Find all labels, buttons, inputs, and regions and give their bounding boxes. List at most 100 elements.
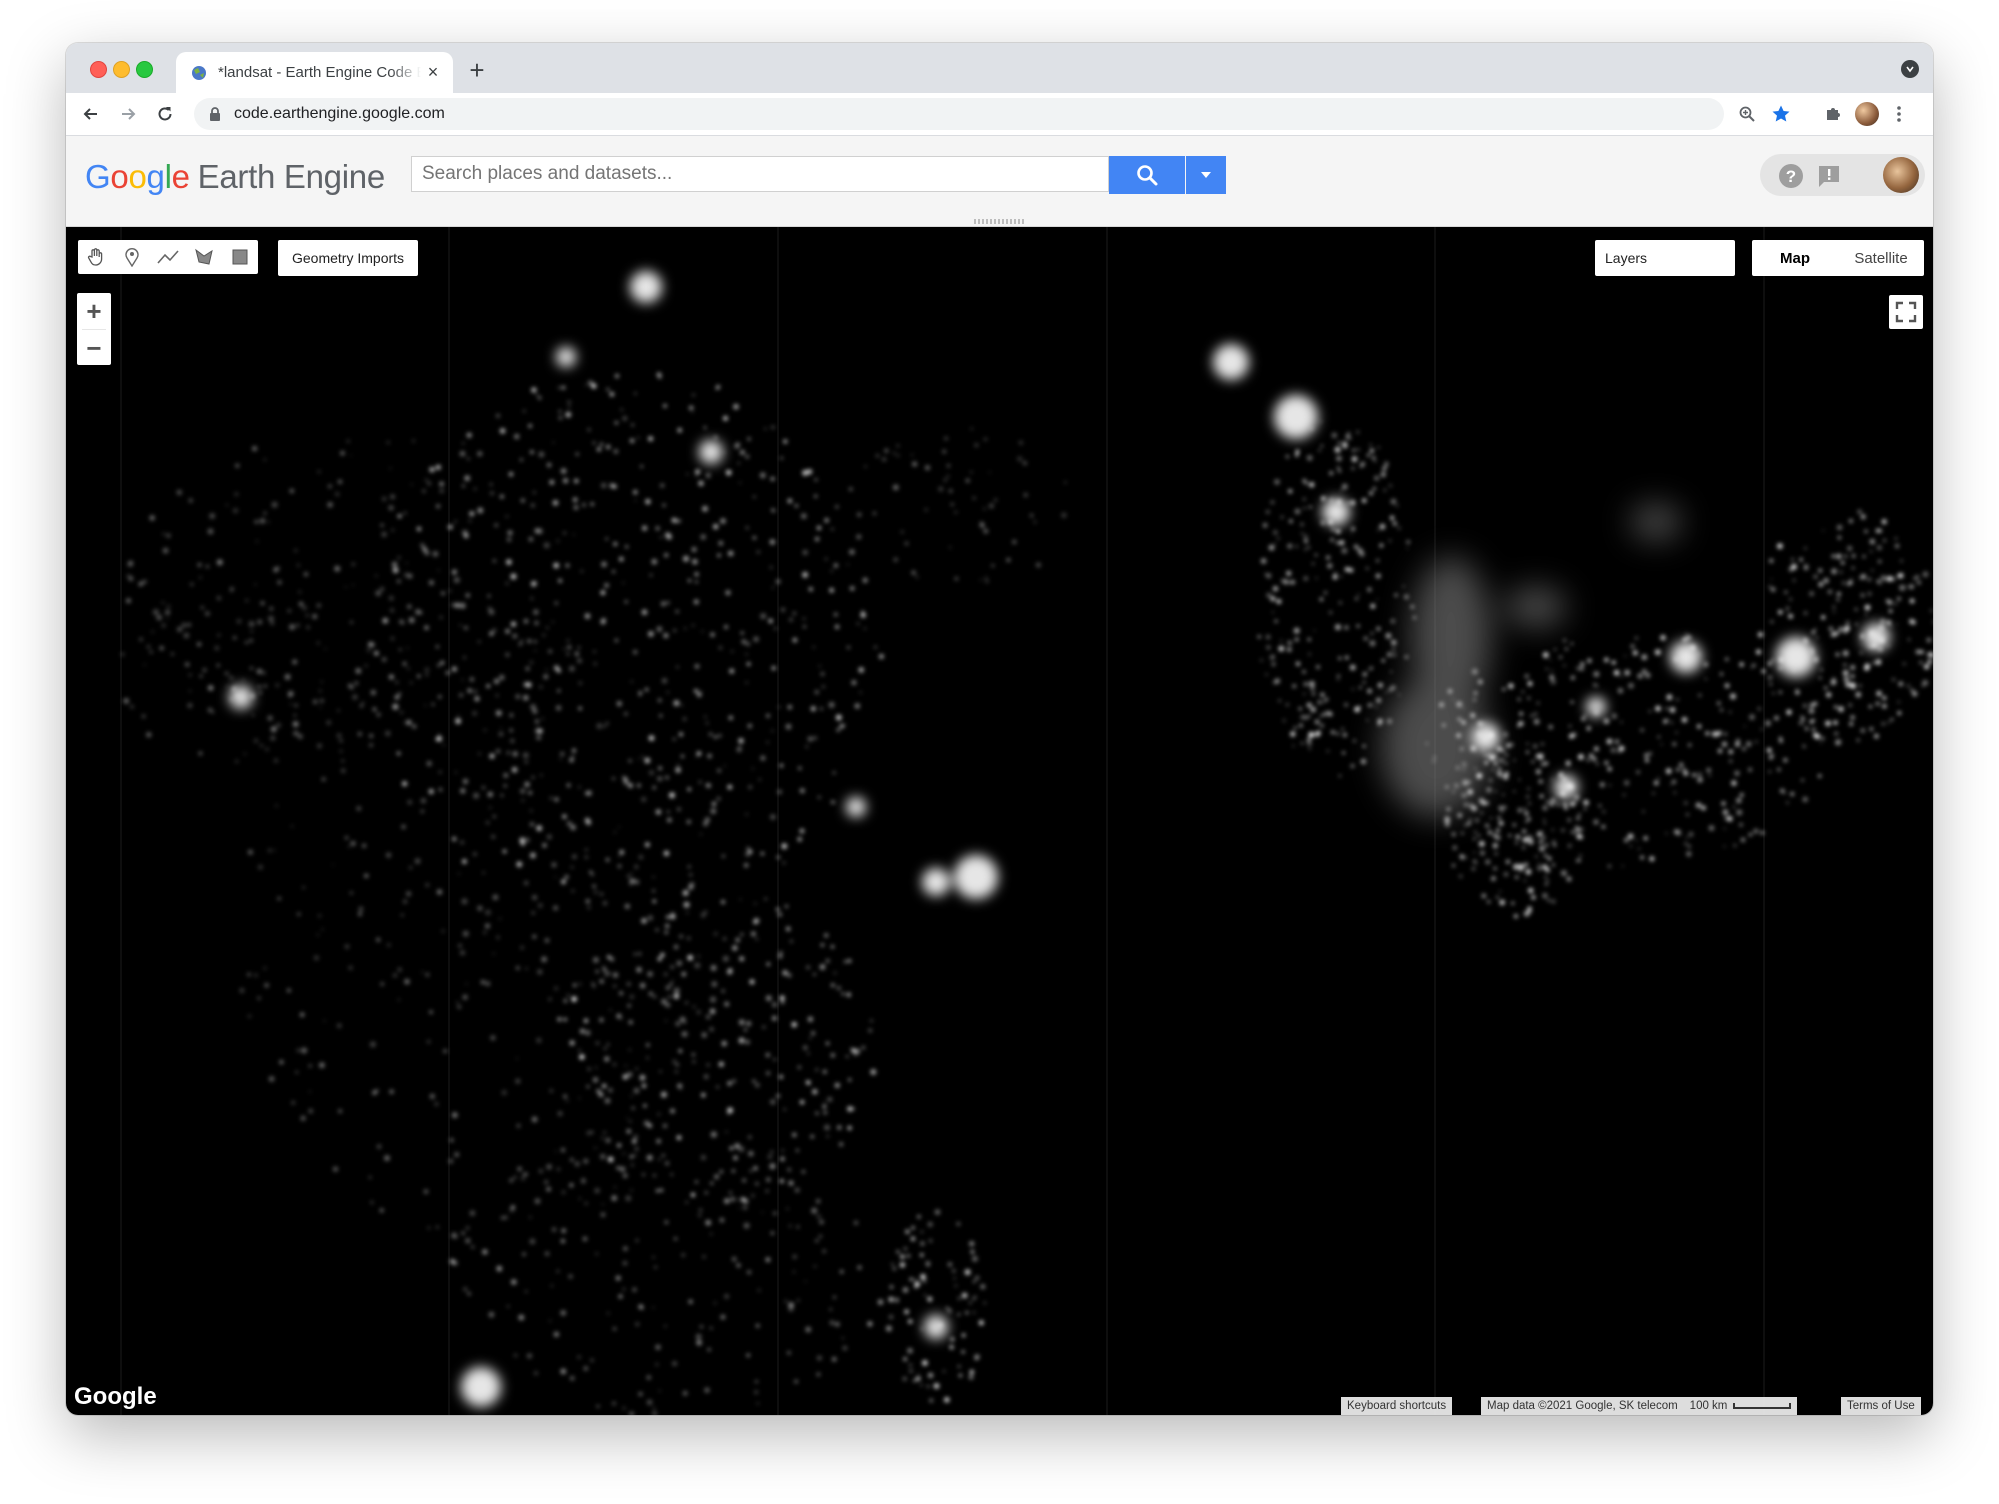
light-point — [814, 536, 820, 542]
search-input[interactable] — [411, 156, 1109, 192]
light-point — [509, 1178, 514, 1183]
geometry-imports-button[interactable]: Geometry Imports — [278, 240, 419, 276]
back-arrow-icon[interactable] — [76, 99, 106, 129]
light-point — [807, 1016, 814, 1022]
light-point — [1316, 730, 1321, 735]
light-point — [603, 1047, 607, 1050]
fullscreen-icon[interactable] — [1889, 295, 1923, 329]
zoom-magnifier-icon[interactable] — [1732, 99, 1762, 129]
light-point — [424, 667, 430, 673]
light-point — [705, 721, 709, 725]
light-point — [622, 1152, 625, 1155]
light-point — [814, 1265, 816, 1268]
user-avatar[interactable] — [1883, 157, 1919, 193]
tab-search-icon[interactable] — [1901, 60, 1919, 78]
light-point — [612, 484, 617, 489]
light-point — [542, 843, 547, 848]
google-earth-engine-logo[interactable]: Google Earth Engine — [85, 158, 385, 196]
light-point — [1367, 669, 1370, 671]
light-point — [439, 488, 444, 493]
terms-of-use-link[interactable]: Terms of Use — [1841, 1397, 1921, 1415]
profile-avatar[interactable] — [1852, 99, 1882, 129]
light-point — [655, 1363, 659, 1366]
light-point — [617, 1143, 622, 1148]
light-point — [1790, 792, 1795, 796]
light-point — [506, 559, 512, 565]
light-point — [835, 505, 839, 509]
light-point — [306, 626, 310, 629]
light-point — [697, 955, 700, 958]
light-point — [596, 1089, 601, 1094]
kebab-menu-icon[interactable] — [1884, 99, 1914, 129]
light-point — [771, 729, 774, 732]
bookmark-star-icon[interactable] — [1766, 99, 1796, 129]
light-point — [1383, 489, 1387, 492]
light-point — [1644, 753, 1649, 758]
light-point — [1724, 683, 1730, 688]
light-point — [820, 672, 825, 676]
light-point — [704, 715, 707, 718]
light-point — [945, 1306, 949, 1309]
light-point — [1301, 532, 1304, 535]
draw-line-icon[interactable] — [150, 240, 186, 274]
light-point — [642, 1173, 645, 1176]
light-point — [1461, 832, 1464, 835]
light-point — [1875, 701, 1880, 706]
forward-arrow-icon[interactable] — [113, 99, 143, 129]
map-type-satellite-button[interactable]: Satellite — [1838, 240, 1924, 276]
light-point — [833, 563, 838, 568]
keyboard-shortcuts-link[interactable]: Keyboard shortcuts — [1341, 1397, 1453, 1415]
light-point — [1767, 661, 1772, 666]
light-point — [592, 1077, 599, 1083]
minimize-window-button[interactable] — [113, 61, 130, 78]
light-point — [630, 872, 633, 875]
light-point — [896, 444, 900, 447]
address-bar[interactable]: code.earthengine.google.com — [194, 98, 1724, 130]
extensions-puzzle-icon[interactable] — [1818, 99, 1848, 129]
light-point — [1341, 483, 1348, 490]
zoom-out-button[interactable]: − — [77, 330, 111, 366]
light-point — [1852, 566, 1855, 570]
help-icon[interactable]: ? — [1778, 163, 1804, 189]
light-point — [787, 1168, 791, 1172]
light-point — [1813, 732, 1818, 738]
close-window-button[interactable] — [90, 61, 107, 78]
light-point — [922, 1360, 928, 1366]
light-point — [583, 1158, 589, 1164]
light-point — [569, 758, 574, 763]
light-point — [448, 589, 451, 592]
light-point — [745, 653, 748, 656]
light-point — [1875, 659, 1882, 665]
light-point — [605, 1137, 611, 1143]
marker-point-icon[interactable] — [114, 240, 150, 274]
search-button[interactable] — [1109, 156, 1185, 194]
light-point — [472, 711, 477, 716]
map-type-map-button[interactable]: Map — [1752, 240, 1838, 276]
tab-close-icon[interactable]: × — [421, 61, 445, 85]
light-point — [710, 1131, 717, 1138]
reload-icon[interactable] — [150, 99, 180, 129]
light-point — [578, 646, 580, 649]
pan-hand-icon[interactable] — [78, 240, 114, 274]
light-point — [747, 723, 752, 729]
light-point — [681, 704, 683, 706]
light-point — [392, 567, 399, 573]
search-options-dropdown[interactable] — [1186, 156, 1226, 194]
light-point — [1504, 753, 1508, 757]
light-point — [189, 690, 191, 692]
light-point — [1405, 655, 1408, 659]
draw-rectangle-icon[interactable] — [222, 240, 258, 274]
draw-polygon-icon[interactable] — [186, 240, 222, 274]
panel-resize-handle[interactable] — [974, 219, 1026, 224]
layers-dropdown[interactable]: Layers — [1595, 240, 1735, 276]
light-point — [900, 530, 904, 534]
light-point — [593, 890, 598, 895]
zoom-in-button[interactable]: + — [77, 293, 111, 329]
light-point — [1336, 499, 1342, 505]
map-canvas[interactable]: Geometry Imports + − Layers Map Satellit… — [66, 227, 1933, 1415]
browser-tab[interactable]: *landsat - Earth Engine Code Editor × — [176, 52, 453, 93]
maximize-window-button[interactable] — [136, 61, 153, 78]
feedback-icon[interactable] — [1816, 163, 1842, 189]
light-point — [728, 550, 734, 557]
new-tab-button[interactable]: + — [462, 55, 492, 85]
